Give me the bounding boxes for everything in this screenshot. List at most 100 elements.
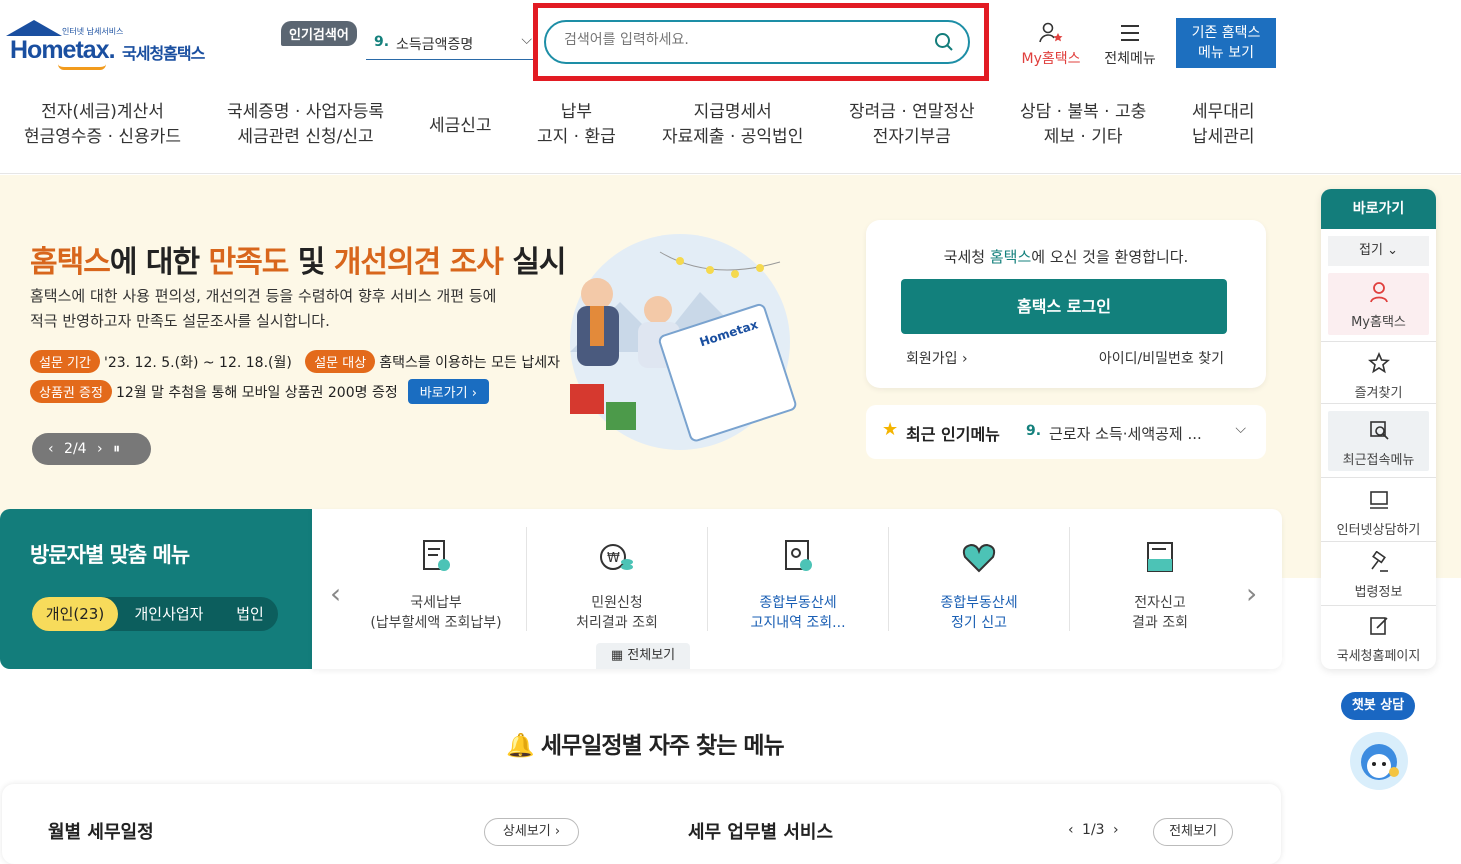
signup-link[interactable]: 회원가입 ›	[906, 348, 968, 368]
gnb-item-certificate[interactable]: 국세증명 · 사업자등록세금관련 신청/신고	[227, 100, 384, 150]
quick-line1: 국세납부	[410, 595, 462, 611]
gnb-item-year-end[interactable]: 장려금 · 연말정산 전자기부금	[849, 100, 975, 150]
divider	[1321, 541, 1436, 542]
sidebar-item-my-hometax[interactable]: My홈택스	[1328, 273, 1429, 335]
sidebar-label: My홈택스	[1351, 315, 1406, 330]
quick-item-e-filing-result[interactable]: 전자신고결과 조회	[1070, 537, 1250, 633]
visitor-menu-title: 방문자별 맞춤 메뉴	[30, 543, 190, 567]
sidebar-item-nts-homepage[interactable]: 국세청홈페이지	[1321, 615, 1436, 664]
sidebar-item-recent[interactable]: 최근접속메뉴	[1328, 411, 1429, 471]
gnb-line1: 지급명세서	[693, 102, 772, 122]
visitor-tabs: 개인(23) 개인사업자 법인	[32, 597, 278, 631]
popular-rank: 9.	[374, 34, 390, 50]
service-view-all-button[interactable]: 전체보기	[1153, 818, 1233, 846]
recent-popular-rank: 9.	[1026, 423, 1042, 439]
svg-text:₩: ₩	[607, 551, 620, 566]
hero-title[interactable]: 홈택스에 대한 만족도 및 개선의견 조사 실시	[30, 237, 567, 281]
all-menu-button[interactable]: 전체메뉴	[1098, 22, 1162, 68]
gnb-line2: 제보 · 기타	[1043, 127, 1123, 147]
quick-item-property-tax-notice[interactable]: 종합부동산세 고지내역 조회...	[708, 537, 888, 633]
search-icon[interactable]	[934, 32, 954, 52]
quick-line2: 결과 조회	[1132, 615, 1188, 631]
popular-search-select[interactable]: 9. 소득금액증명 ⌵	[366, 28, 534, 60]
tab-corporation[interactable]: 법인	[224, 597, 276, 631]
schedule-section-title: 🔔 세무일정별 자주 찾는 메뉴	[0, 726, 1290, 760]
all-menu-label: 전체메뉴	[1104, 51, 1156, 67]
divider	[1321, 477, 1436, 478]
edit-document-icon	[1369, 617, 1388, 635]
my-hometax-button[interactable]: My홈택스	[1016, 22, 1086, 68]
hero-title-part: 에 대한	[109, 245, 209, 280]
star-icon: ★	[882, 419, 899, 440]
quick-line1: 종합부동산세	[940, 595, 1018, 611]
gnb-line2: 전자기부금	[872, 127, 951, 147]
tab-sole-proprietor[interactable]: 개인사업자	[124, 597, 214, 631]
banner-pager[interactable]: ‹ 2/4 › ⏸	[32, 433, 151, 465]
popular-keyword: 소득금액증명	[396, 37, 474, 53]
collapse-button[interactable]: 접기 ⌄	[1328, 236, 1429, 266]
quick-item-tax-pay[interactable]: 국세납부 (납부할세액 조회납부)	[346, 537, 526, 633]
sidebar-item-law-info[interactable]: 법령정보	[1321, 550, 1436, 600]
logo-swoosh	[58, 64, 106, 70]
welcome-highlight: 홈택스	[989, 248, 1032, 266]
hero-desc-line2: 적극 반영하고자 만족도 설문조사를 실시합니다.	[30, 312, 330, 330]
sidebar-label: 법령정보	[1354, 585, 1403, 600]
gnb-line1: 국세증명 · 사업자등록	[227, 102, 384, 122]
service-pager[interactable]: ‹ 1/3 ›	[1068, 822, 1119, 838]
carousel-prev-icon[interactable]: ‹	[330, 577, 341, 610]
sidebar-item-online-consult[interactable]: 인터넷상담하기	[1321, 489, 1436, 538]
hero-title-part: 홈택스	[30, 245, 111, 280]
hero-goto-button[interactable]: 바로가기 ›	[407, 379, 489, 404]
gnb-item-tax-agent[interactable]: 세무대리 납세관리	[1192, 100, 1255, 150]
quick-item-property-tax-report[interactable]: 종합부동산세 정기 신고	[889, 537, 1069, 633]
hero-title-part: 개선의견 조사	[333, 245, 504, 280]
gnb-item-consult[interactable]: 상담 · 불복 · 고충제보 · 기타	[1020, 100, 1146, 150]
survey-period-tag: 설문 기간	[30, 350, 100, 373]
hero-description: 홈택스에 대한 사용 편의성, 개선의견 등을 수렴하여 향후 서비스 개편 등…	[30, 284, 570, 334]
quick-line2: (납부할세액 조회납부)	[370, 615, 502, 631]
gnb-item-e-invoice[interactable]: 전자(세금)계산서 현금영수증 · 신용카드	[24, 100, 181, 150]
chevron-down-icon[interactable]: ⌵	[1235, 421, 1246, 437]
quick-line1: 전자신고	[1134, 595, 1186, 611]
hamburger-icon	[1121, 25, 1139, 41]
gnb-line1: 세무대리	[1192, 102, 1255, 122]
global-nav: 전자(세금)계산서 현금영수증 · 신용카드 국세증명 · 사업자등록세금관련 신…	[0, 100, 1290, 160]
gnb-item-payment[interactable]: 납부 고지 · 환급	[537, 100, 616, 150]
recent-popular-menu[interactable]: ★ 최근 인기메뉴 9. 근로자 소득·세액공제 ... ⌵	[866, 405, 1266, 459]
civil-request-icon: ₩	[600, 544, 633, 570]
my-hometax-label: My홈택스	[1021, 51, 1081, 67]
sidebar-item-favorites[interactable]: 즐겨찾기	[1321, 351, 1436, 401]
login-button[interactable]: 홈택스 로그인	[901, 279, 1227, 334]
carousel-next-icon[interactable]: ›	[1246, 577, 1257, 610]
hometax-logo[interactable]: 인터넷 납세서비스 Hometax. 국세청홈택스	[4, 20, 224, 72]
schedule-card: 월별 세무일정 상세보기 › 세무 업무별 서비스 ‹ 1/3 › 전체보기	[2, 784, 1281, 864]
grid-icon: ▦	[610, 648, 624, 663]
service-section-title: 세무 업무별 서비스	[688, 822, 834, 843]
search-input[interactable]	[564, 32, 924, 48]
view-all-button[interactable]: ▦ 전체보기	[596, 643, 690, 669]
gnb-line2: 세금관련 신청/신고	[237, 127, 374, 147]
visitor-menu-panel: 방문자별 맞춤 메뉴 개인(23) 개인사업자 법인	[0, 509, 312, 669]
header: 인터넷 납세서비스 Hometax. 국세청홈택스 인기검색어 9. 소득금액증…	[0, 0, 1461, 174]
gnb-line2: 현금영수증 · 신용카드	[24, 127, 181, 147]
survey-target-tag: 설문 대상	[305, 350, 376, 373]
user-icon	[1369, 282, 1388, 303]
monthly-schedule-title: 월별 세무일정	[48, 822, 154, 843]
gnb-item-tax-report[interactable]: 세금신고	[429, 114, 492, 139]
legacy-menu-button[interactable]: 기존 홈택스 메뉴 보기	[1176, 18, 1276, 68]
gnb-item-payment-statement[interactable]: 지급명세서 자료제출 · 공익법인	[662, 100, 803, 150]
gnb-line1: 상담 · 불복 · 고충	[1020, 102, 1147, 122]
chatbot-button[interactable]: 챗봇 상담	[1341, 692, 1415, 720]
search-document-icon	[1369, 421, 1389, 440]
tax-pay-icon	[423, 540, 450, 571]
quick-line1: 민원신청	[591, 595, 643, 611]
logo-hometax: Hometax.	[10, 36, 116, 64]
bell-icon: 🔔	[506, 733, 535, 759]
chatbot-avatar-icon[interactable]	[1350, 732, 1408, 790]
view-all-label: 전체보기	[627, 648, 676, 663]
quick-item-civil-request[interactable]: ₩ 민원신청 처리결과 조회	[527, 537, 707, 633]
detail-view-button[interactable]: 상세보기 ›	[484, 818, 579, 846]
survey-illustration: Hometax	[570, 234, 797, 450]
find-id-password-link[interactable]: 아이디/비밀번호 찾기	[1099, 348, 1224, 368]
tab-individual[interactable]: 개인(23)	[32, 597, 118, 631]
